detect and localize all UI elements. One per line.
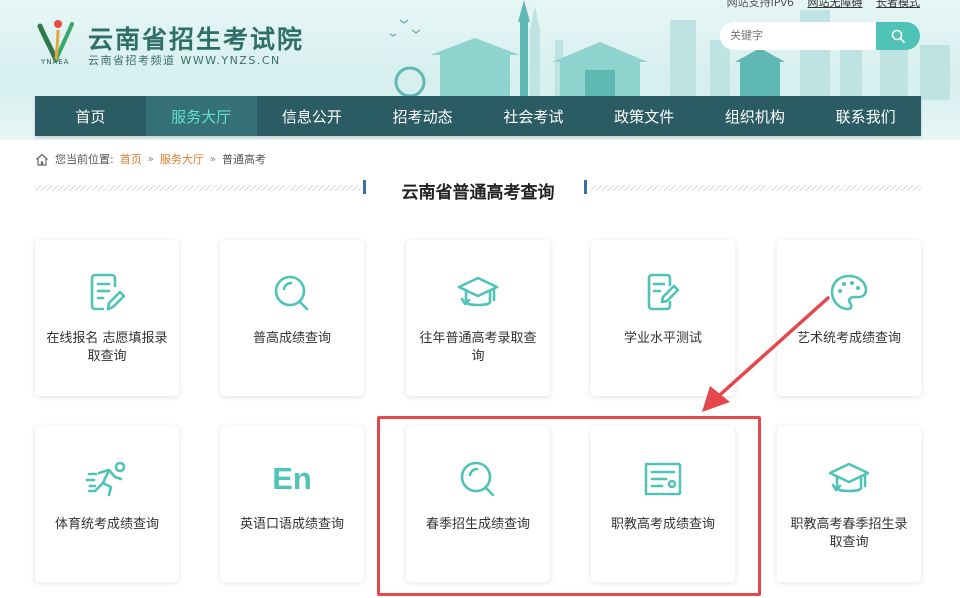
card-vocational-exam-score[interactable]: 职教高考成绩查询: [591, 426, 735, 582]
main-nav: 首页 服务大厅 信息公开 招考动态 社会考试 政策文件 组织机构 联系我们: [35, 96, 921, 136]
document-edit-icon: [647, 273, 680, 311]
card-label: 学业水平测试: [623, 331, 702, 346]
graduation-cap-icon: [457, 276, 499, 307]
home-icon: [36, 153, 48, 166]
section-divider-right: [590, 185, 921, 191]
section-divider-left: [35, 185, 361, 191]
en-text-icon: En: [272, 461, 312, 496]
breadcrumb-separator-icon: »: [147, 153, 154, 165]
search-icon: [460, 461, 495, 497]
form-edit-icon: [90, 273, 126, 311]
card-past-admission-query[interactable]: 往年普通高考录取查询: [406, 240, 550, 396]
card-label: 职教高考成绩查询: [610, 517, 715, 532]
card-score-query[interactable]: 普高成绩查询: [220, 240, 364, 396]
site-title: 云南省招生考试院: [88, 25, 305, 54]
search-button[interactable]: [876, 22, 920, 50]
card-label: 往年普通高考录取查询: [419, 331, 537, 364]
palette-icon: [830, 274, 868, 311]
card-sports-exam-score[interactable]: 体育统考成绩查询: [35, 426, 179, 582]
logo-text: YNAEA: [41, 58, 70, 66]
search-icon: [274, 275, 309, 311]
card-academic-level-test[interactable]: 学业水平测试: [591, 240, 735, 396]
breadcrumb-home[interactable]: 首页: [120, 151, 142, 167]
certificate-icon: [644, 462, 682, 496]
section-marker-right: [584, 180, 587, 194]
card-online-registration[interactable]: 在线报名 志愿填报录取查询: [35, 240, 179, 396]
runner-icon: [85, 461, 126, 497]
nav-item-home[interactable]: 首页: [35, 96, 146, 136]
ynaea-logo-icon: [37, 20, 74, 62]
section-title: 云南省普通高考查询: [401, 183, 555, 203]
card-label: 春季招生成绩查询: [425, 517, 530, 532]
breadcrumb-current: 普通高考: [221, 153, 266, 166]
card-vocational-spring-admission[interactable]: 职教高考春季招生录取查询: [777, 426, 921, 582]
card-spring-admission-score[interactable]: 春季招生成绩查询: [406, 426, 550, 582]
search-input[interactable]: [720, 22, 878, 50]
card-label: 艺术统考成绩查询: [796, 331, 901, 346]
section-marker-left: [363, 180, 366, 194]
site-subtitle: 云南省招考频道 WWW.YNZS.CN: [88, 54, 281, 67]
nav-item-social-exams[interactable]: 社会考试: [478, 96, 589, 136]
card-label: 在线报名 志愿填报录取查询: [46, 331, 168, 364]
nav-item-organization[interactable]: 组织机构: [700, 96, 811, 136]
nav-item-policy-documents[interactable]: 政策文件: [589, 96, 700, 136]
card-english-oral-score[interactable]: En 英语口语成绩查询: [220, 426, 364, 582]
card-label: 英语口语成绩查询: [239, 517, 344, 532]
card-label: 职教高考春季招生录取查询: [790, 517, 908, 550]
nav-item-admission-news[interactable]: 招考动态: [367, 96, 478, 136]
nav-item-info-disclosure[interactable]: 信息公开: [257, 96, 368, 136]
breadcrumb-separator-icon: »: [209, 153, 216, 165]
city-skyline-illustration: [389, 0, 950, 100]
breadcrumb-prefix: 您当前位置:: [55, 153, 114, 166]
graduation-cap-icon: [828, 462, 870, 493]
card-label: 体育统考成绩查询: [54, 517, 159, 532]
card-label: 普高成绩查询: [252, 331, 331, 346]
search-icon: [891, 29, 905, 43]
card-art-exam-score[interactable]: 艺术统考成绩查询: [777, 240, 921, 396]
breadcrumb-service-hall[interactable]: 服务大厅: [160, 151, 204, 167]
breadcrumb: 您当前位置: 首页 » 服务大厅 » 普通高考: [35, 151, 266, 167]
nav-item-service-hall[interactable]: 服务大厅: [145, 96, 257, 136]
nav-item-contact-us[interactable]: 联系我们: [810, 96, 921, 136]
search-box: [720, 22, 920, 50]
